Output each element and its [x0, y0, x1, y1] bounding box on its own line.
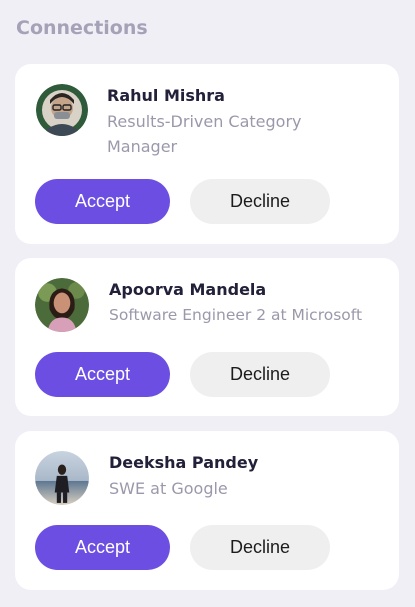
avatar[interactable]	[35, 278, 89, 332]
decline-button[interactable]: Decline	[190, 525, 330, 570]
accept-button[interactable]: Accept	[35, 525, 170, 570]
connection-request-card: Apoorva Mandela Software Engineer 2 at M…	[15, 258, 399, 416]
decline-button[interactable]: Decline	[190, 352, 330, 397]
connection-request-card: Deeksha Pandey SWE at Google Accept Decl…	[15, 431, 399, 590]
connection-request-card: Rahul Mishra Results-Driven Category Man…	[15, 64, 399, 244]
section-title: Connections	[16, 17, 148, 39]
avatar[interactable]	[36, 84, 88, 136]
profile-photo-icon	[36, 84, 88, 136]
accept-button[interactable]: Accept	[35, 352, 170, 397]
avatar[interactable]	[35, 451, 89, 505]
connection-headline: SWE at Google	[109, 479, 228, 498]
connection-name[interactable]: Deeksha Pandey	[109, 453, 258, 472]
profile-photo-icon	[35, 451, 89, 505]
profile-photo-icon	[35, 278, 89, 332]
connection-headline: Results-Driven Category Manager	[107, 112, 302, 156]
connection-name[interactable]: Apoorva Mandela	[109, 280, 266, 299]
decline-button[interactable]: Decline	[190, 179, 330, 224]
connection-name[interactable]: Rahul Mishra	[107, 86, 225, 105]
connection-headline: Software Engineer 2 at Microsoft	[109, 306, 363, 324]
accept-button[interactable]: Accept	[35, 179, 170, 224]
